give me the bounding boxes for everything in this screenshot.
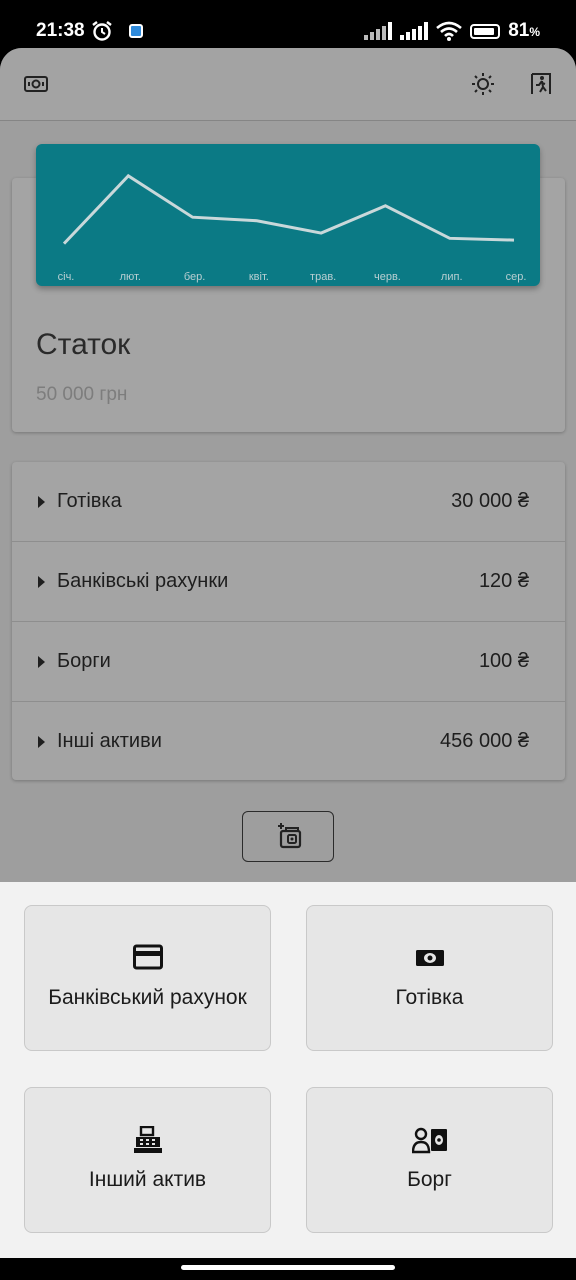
signal-icon xyxy=(400,22,429,40)
option-other-asset[interactable]: Інший актив xyxy=(24,1087,271,1233)
money-icon[interactable] xyxy=(24,72,48,96)
account-label: Банківські рахунки xyxy=(57,570,229,592)
account-row-bank[interactable]: Банківські рахунки 120 ₴ xyxy=(12,542,565,622)
brightness-icon[interactable] xyxy=(471,72,495,96)
x-tick-label: квіт. xyxy=(249,271,269,283)
option-cash[interactable]: Готівка xyxy=(306,905,553,1051)
cash-register-icon xyxy=(133,1126,162,1153)
option-label: Інший актив xyxy=(88,1168,207,1191)
battery-icon xyxy=(470,23,501,39)
series-line xyxy=(62,173,515,245)
balance-chart: січ. лют. бер. квіт. трав. черв. лип. сер. xyxy=(36,144,540,286)
x-tick-label: лют. xyxy=(120,271,141,283)
option-label: Борг xyxy=(407,1168,452,1191)
alarm-icon xyxy=(91,21,112,41)
exit-icon[interactable] xyxy=(529,72,553,96)
app-notification-icon xyxy=(128,24,143,38)
chart-svg: січ. лют. бер. квіт. трав. черв. лип. сер. xyxy=(58,173,527,283)
option-debt[interactable]: Борг xyxy=(306,1087,553,1233)
option-label: Готівка xyxy=(395,986,464,1009)
balance-value: 50 000 грн xyxy=(36,384,128,405)
account-label: Борги xyxy=(57,650,111,672)
option-label: Банківський рахунок xyxy=(48,986,247,1009)
home-handle[interactable] xyxy=(181,1265,395,1270)
credit-card-icon xyxy=(132,944,163,970)
account-amount: 30 000 ₴ xyxy=(451,490,529,512)
battery-level: 81% xyxy=(508,20,540,41)
status-bar: 21:38 81% xyxy=(0,0,576,48)
x-tick-label: бер. xyxy=(184,271,205,283)
x-tick-label: січ. xyxy=(58,271,75,283)
account-label: Інші активи xyxy=(57,730,162,752)
add-asset-button[interactable] xyxy=(242,811,334,862)
account-label: Готівка xyxy=(57,490,122,512)
add-asset-sheet: Банківський рахунок Готівка Інший актив xyxy=(0,882,576,1258)
wifi-icon xyxy=(436,21,463,41)
account-row-other[interactable]: Інші активи 456 000 ₴ xyxy=(12,702,565,782)
navigation-bar xyxy=(0,1258,576,1280)
add-wallet-icon xyxy=(278,823,302,849)
expand-arrow-icon xyxy=(38,656,45,668)
account-amount: 100 ₴ xyxy=(478,650,529,672)
expand-arrow-icon xyxy=(38,736,45,748)
x-tick-label: сер. xyxy=(506,271,527,283)
debt-icon xyxy=(411,1127,447,1154)
balance-title: Статок xyxy=(36,328,131,361)
x-tick-label: трав. xyxy=(310,271,336,283)
expand-arrow-icon xyxy=(38,576,45,588)
x-tick-label: черв. xyxy=(374,271,401,283)
account-amount: 456 000 ₴ xyxy=(440,730,529,752)
app-bar xyxy=(0,48,576,121)
account-amount: 120 ₴ xyxy=(478,570,529,592)
status-time: 21:38 xyxy=(36,20,85,41)
account-row-debts[interactable]: Борги 100 ₴ xyxy=(12,622,565,702)
option-bank-account[interactable]: Банківський рахунок xyxy=(24,905,271,1051)
x-tick-label: лип. xyxy=(441,271,463,283)
cash-icon xyxy=(415,950,444,966)
signal-icon xyxy=(364,22,393,40)
app-screen: січ. лют. бер. квіт. трав. черв. лип. сер. Стат… xyxy=(0,48,576,1258)
expand-arrow-icon xyxy=(38,496,45,508)
account-row-cash[interactable]: Готівка 30 000 ₴ xyxy=(12,462,565,542)
